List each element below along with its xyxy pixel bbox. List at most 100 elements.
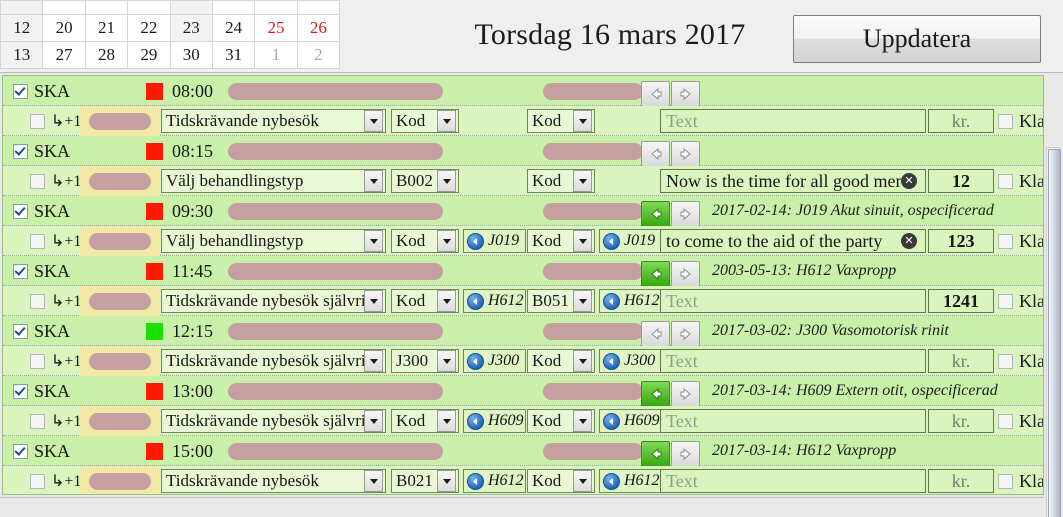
note-text-input[interactable]: to come to the aid of the party ✕ — [660, 229, 926, 253]
calendar-strip[interactable]: 12 20 21 22 23 24 25 26 13 27 28 29 30 3… — [0, 0, 341, 69]
code-select-1[interactable]: Kod — [391, 229, 459, 253]
chevron-down-icon[interactable] — [573, 110, 592, 132]
history-forward-button[interactable] — [671, 319, 700, 349]
note-text-input[interactable]: Text — [660, 109, 926, 133]
amount-input[interactable]: kr. — [928, 469, 994, 493]
arrow-right-icon[interactable] — [671, 141, 700, 167]
treatment-type-select[interactable]: Välj behandlingstyp — [161, 229, 386, 253]
code-select-1[interactable]: B021 — [391, 469, 459, 493]
chevron-down-icon[interactable] — [364, 410, 383, 432]
chevron-down-icon[interactable] — [437, 230, 456, 252]
arrow-left-icon[interactable] — [641, 81, 670, 107]
patient-number-field[interactable] — [80, 106, 160, 136]
klar-checkbox[interactable] — [998, 233, 1013, 249]
ska-checkbox[interactable] — [13, 263, 28, 279]
klar-checkbox-cell[interactable]: Klar — [998, 286, 1043, 316]
ska-checkbox[interactable] — [13, 143, 28, 159]
klar-checkbox-cell[interactable]: Klar — [998, 466, 1043, 494]
arrow-right-icon[interactable] — [671, 201, 700, 227]
code-select-2[interactable]: Kod — [527, 229, 595, 253]
chevron-down-icon[interactable] — [364, 110, 383, 132]
klar-checkbox-cell[interactable]: Klar — [998, 166, 1043, 196]
amount-input[interactable]: 1241 — [928, 289, 994, 313]
chevron-down-icon[interactable] — [364, 350, 383, 372]
ska-checkbox-cell[interactable]: SKA — [13, 256, 70, 286]
chevron-down-icon[interactable] — [437, 170, 456, 192]
history-forward-button[interactable] — [671, 79, 700, 109]
treatment-type-select[interactable]: Tidskrävande nybesök — [161, 469, 386, 493]
history-code-button-1[interactable]: H612 — [463, 469, 526, 493]
amount-input[interactable]: 12 — [928, 169, 994, 193]
code-select-2[interactable]: Kod — [527, 169, 595, 193]
code-select-2[interactable]: Kod — [527, 409, 595, 433]
calendar-day[interactable]: 24 — [211, 14, 256, 42]
chevron-down-icon[interactable] — [437, 410, 456, 432]
history-back-button[interactable] — [641, 439, 670, 469]
ska-checkbox[interactable] — [13, 203, 28, 219]
chevron-down-icon[interactable] — [364, 230, 383, 252]
treatment-type-select[interactable]: Tidskrävande nybesök självrisk — [161, 349, 386, 373]
sub-row-checkbox-cell[interactable]: ↳+1 — [30, 346, 81, 376]
code-select-1[interactable]: J300 — [391, 349, 459, 373]
arrow-left-icon[interactable] — [641, 141, 670, 167]
sub-row-checkbox[interactable] — [30, 113, 45, 129]
chevron-down-icon[interactable] — [573, 470, 592, 492]
treatment-type-select[interactable]: Välj behandlingstyp — [161, 169, 386, 193]
vertical-scrollbar-thumb[interactable] — [1048, 149, 1061, 517]
ska-checkbox-cell[interactable]: SKA — [13, 436, 70, 466]
chevron-down-icon[interactable] — [437, 110, 456, 132]
sub-row-checkbox-cell[interactable]: ↳+1 — [30, 466, 81, 494]
ska-checkbox-cell[interactable]: SKA — [13, 76, 70, 106]
history-code-button-2[interactable]: H612 — [599, 289, 662, 313]
klar-checkbox-cell[interactable]: Klar — [998, 106, 1043, 136]
klar-checkbox[interactable] — [998, 413, 1013, 429]
chevron-down-icon[interactable] — [573, 290, 592, 312]
sub-row-checkbox-cell[interactable]: ↳+1 — [30, 166, 81, 196]
code-select-2[interactable]: B051 — [527, 289, 595, 313]
patient-number-field[interactable] — [80, 286, 160, 316]
klar-checkbox[interactable] — [998, 473, 1013, 489]
chevron-down-icon[interactable] — [573, 410, 592, 432]
note-text-input[interactable]: Now is the time for all good men ✕ — [660, 169, 926, 193]
arrow-right-icon[interactable] — [671, 261, 700, 287]
treatment-type-select[interactable]: Tidskrävande nybesök självrisk — [161, 289, 386, 313]
history-code-button-1[interactable]: H612 — [463, 289, 526, 313]
sub-row-checkbox[interactable] — [30, 413, 45, 429]
history-back-button[interactable] — [641, 79, 670, 109]
klar-checkbox-cell[interactable]: Klar — [998, 406, 1043, 436]
ska-checkbox-cell[interactable]: SKA — [13, 196, 70, 226]
note-text-input[interactable]: Text — [660, 409, 926, 433]
calendar-day[interactable]: 25 — [254, 14, 298, 42]
history-forward-button[interactable] — [671, 439, 700, 469]
history-code-button-2[interactable]: H609 — [599, 409, 662, 433]
sub-row-checkbox[interactable] — [30, 173, 45, 189]
calendar-day[interactable]: 28 — [84, 41, 129, 69]
chevron-down-icon[interactable] — [437, 470, 456, 492]
note-text-input[interactable]: Text — [660, 469, 926, 493]
klar-checkbox[interactable] — [998, 173, 1013, 189]
calendar-day[interactable]: 22 — [127, 14, 171, 42]
history-back-button[interactable] — [641, 259, 670, 289]
code-select-1[interactable]: B002 — [391, 169, 459, 193]
ska-checkbox-cell[interactable]: SKA — [13, 376, 70, 406]
arrow-right-icon[interactable] — [671, 381, 700, 407]
arrow-left-icon[interactable] — [641, 441, 670, 467]
calendar-day[interactable]: 29 — [127, 41, 171, 69]
history-forward-button[interactable] — [671, 379, 700, 409]
klar-checkbox-cell[interactable]: Klar — [998, 346, 1043, 376]
calendar-day[interactable]: 2 — [296, 41, 341, 69]
history-code-button-2[interactable]: H612 — [599, 469, 662, 493]
note-text-input[interactable]: Text — [660, 349, 926, 373]
patient-number-field[interactable] — [80, 346, 160, 376]
arrow-left-icon[interactable] — [641, 381, 670, 407]
sub-row-checkbox[interactable] — [30, 353, 45, 369]
arrow-right-icon[interactable] — [671, 441, 700, 467]
arrow-left-icon[interactable] — [641, 201, 670, 227]
patient-number-field[interactable] — [80, 406, 160, 436]
calendar-day-selected[interactable]: 23 — [169, 14, 213, 42]
clear-icon[interactable]: ✕ — [901, 233, 917, 249]
ska-checkbox-cell[interactable]: SKA — [13, 136, 70, 166]
chevron-down-icon[interactable] — [364, 470, 383, 492]
chevron-down-icon[interactable] — [437, 350, 456, 372]
amount-input[interactable]: kr. — [928, 349, 994, 373]
